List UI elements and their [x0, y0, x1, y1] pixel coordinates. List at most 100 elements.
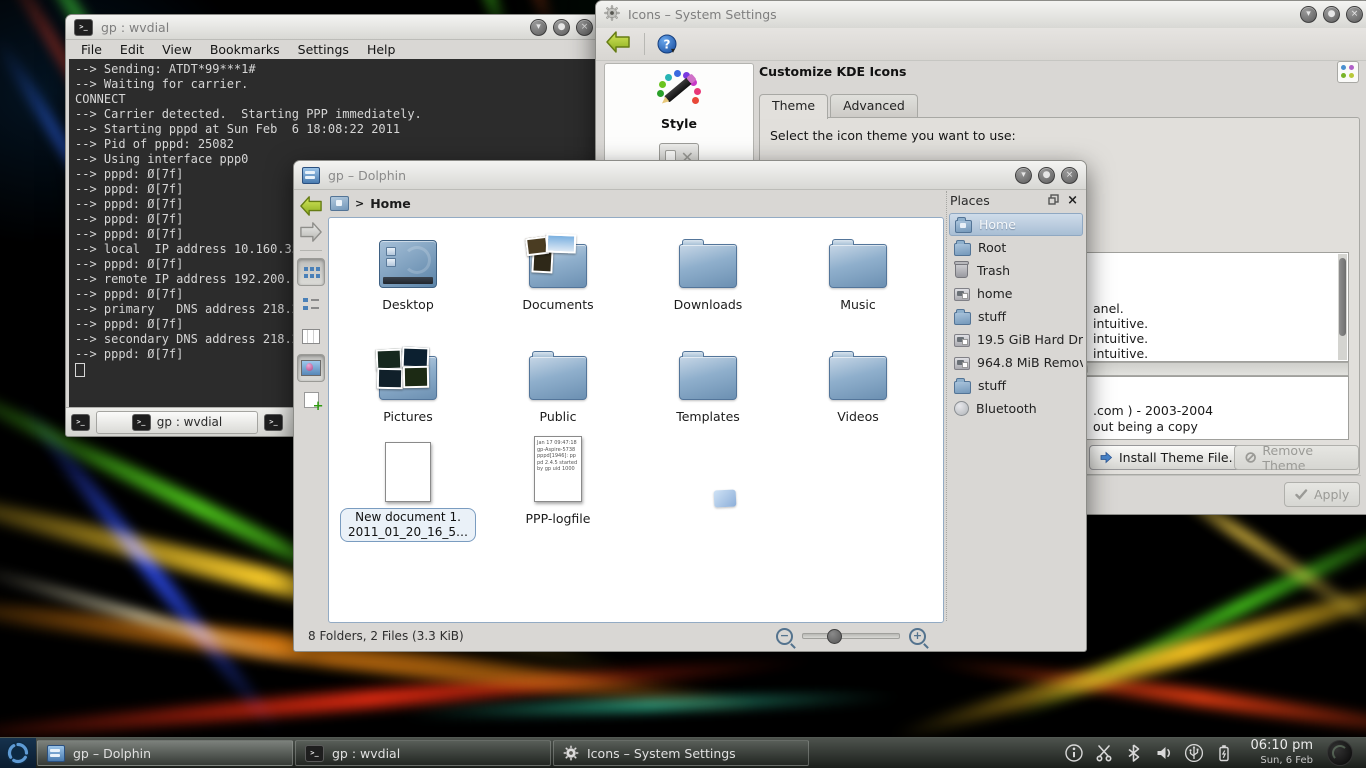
float-panel-icon[interactable]: [1048, 193, 1059, 208]
close-button[interactable]: ×: [1061, 167, 1078, 184]
tab-advanced[interactable]: Advanced: [830, 94, 918, 118]
close-button[interactable]: ×: [576, 19, 593, 36]
place-item-home[interactable]: Home: [949, 213, 1083, 236]
folder-item-music[interactable]: Music: [783, 226, 933, 334]
panel-cashew-icon[interactable]: [1327, 740, 1353, 766]
place-label: Home: [979, 217, 1016, 232]
folder-images-icon: [529, 244, 587, 288]
dolphin-titlebar[interactable]: gp – Dolphin ▾ ● ×: [294, 161, 1086, 190]
place-item-home[interactable]: home: [949, 282, 1083, 305]
icons-view-button[interactable]: [297, 258, 325, 286]
folder-item-videos[interactable]: Videos: [783, 338, 933, 446]
folder-item-documents[interactable]: Documents: [483, 226, 633, 334]
task-gp-wvdial[interactable]: >_gp : wvdial: [295, 740, 551, 766]
task-gp-dolphin[interactable]: gp – Dolphin: [37, 740, 293, 766]
preview-toggle-button[interactable]: [297, 354, 325, 382]
folder-item-desktop[interactable]: Desktop: [333, 226, 483, 334]
place-item-964-8-mib-remov[interactable]: 964.8 MiB Remov…: [949, 351, 1083, 374]
konsole-menubar: FileEditViewBookmarksSettingsHelp: [66, 39, 601, 59]
terminal-menu-settings[interactable]: Settings: [289, 42, 358, 57]
folder-item-templates[interactable]: Templates: [633, 338, 783, 446]
sidebar-item-style[interactable]: Style: [605, 116, 753, 131]
kde-launcher-button[interactable]: [0, 738, 36, 768]
place-item-19-5-gib-hard-drive[interactable]: 19.5 GiB Hard Drive: [949, 328, 1083, 351]
place-label: 964.8 MiB Remov…: [977, 355, 1083, 370]
file-label: Pictures: [333, 409, 483, 424]
minimize-button[interactable]: ▾: [1015, 167, 1032, 184]
maximize-button[interactable]: ●: [1323, 6, 1340, 23]
system-tray: 06:10 pm Sun, 6 Feb: [1055, 738, 1366, 768]
file-label: PPP-logfile: [483, 511, 633, 526]
window-controls: ▾ ● ×: [530, 19, 593, 36]
zoom-in-icon[interactable]: +: [909, 628, 926, 645]
terminal-menu-bookmarks[interactable]: Bookmarks: [201, 42, 289, 57]
icons-view-icon: [304, 267, 319, 278]
zoom-out-icon[interactable]: −: [776, 628, 793, 645]
tab-label: gp : wvdial: [157, 415, 222, 429]
folder-item-pictures[interactable]: Pictures: [333, 338, 483, 446]
tab-theme[interactable]: Theme: [759, 94, 828, 119]
usb-icon[interactable]: [1184, 743, 1204, 763]
apply-button[interactable]: Apply: [1284, 482, 1360, 507]
terminal-menu-edit[interactable]: Edit: [111, 42, 153, 57]
task-icons-system-settings[interactable]: Icons – System Settings: [553, 740, 809, 766]
window-title: gp – Dolphin: [328, 168, 406, 183]
install-theme-button[interactable]: Install Theme File...: [1089, 445, 1252, 470]
home-folder-icon[interactable]: [330, 196, 349, 211]
places-panel: Home RootTrashhome stuff 19.5 GiB Hard Driv…: [946, 191, 1083, 621]
checkmark-icon: [1295, 489, 1308, 500]
tray-icons: [1064, 743, 1234, 763]
back-button[interactable]: [297, 193, 325, 219]
place-item-stuff[interactable]: stuff: [949, 305, 1083, 328]
place-label: 19.5 GiB Hard Drive: [977, 332, 1083, 347]
file-label: Videos: [783, 409, 933, 424]
clipboard-scissors-icon[interactable]: [1094, 743, 1114, 763]
battery-icon[interactable]: [1214, 743, 1234, 763]
back-button[interactable]: [604, 30, 632, 58]
help-button[interactable]: ? ▾: [657, 34, 675, 55]
breadcrumb-home[interactable]: Home: [370, 196, 411, 211]
terminal-menu-file[interactable]: File: [72, 42, 111, 57]
remove-theme-button[interactable]: Remove Theme: [1234, 445, 1359, 470]
overview-icon[interactable]: [1337, 61, 1359, 83]
terminal-output-line: CONNECT: [75, 92, 592, 107]
details-view-button[interactable]: [297, 290, 325, 318]
forward-button[interactable]: [297, 219, 325, 245]
columns-view-button[interactable]: [297, 322, 325, 350]
folder-view[interactable]: DesktopDocumentsDownloadsMusic PicturesPu…: [328, 217, 944, 623]
system-settings-titlebar[interactable]: Icons – System Settings ▾ ● ×: [596, 1, 1366, 29]
file-item-ppp-logfile[interactable]: Jan 17 09:47:18 gp-Aspire-5738 pppd[1946…: [483, 440, 633, 548]
place-item-trash[interactable]: Trash: [949, 259, 1083, 282]
close-panel-icon[interactable]: ×: [1067, 193, 1078, 208]
folder-item-downloads[interactable]: Downloads: [633, 226, 783, 334]
file-item-new-document[interactable]: New document 1.2011_01_20_16_5…: [333, 440, 483, 548]
columns-view-icon: [302, 329, 320, 344]
minimize-button[interactable]: ▾: [530, 19, 547, 36]
maximize-button[interactable]: ●: [1038, 167, 1055, 184]
info-icon[interactable]: [1064, 743, 1084, 763]
place-item-bluetooth[interactable]: Bluetooth: [949, 397, 1083, 420]
system-settings-toolbar: ? ▾: [596, 28, 1366, 61]
volume-icon[interactable]: [1154, 743, 1174, 763]
maximize-button[interactable]: ●: [553, 19, 570, 36]
new-tab-button[interactable]: >_: [71, 414, 90, 431]
konsole-tab[interactable]: >_ gp : wvdial: [96, 411, 258, 434]
folder-item-public[interactable]: Public: [483, 338, 633, 446]
close-button[interactable]: ×: [1346, 6, 1363, 23]
bluetooth-icon[interactable]: [1124, 743, 1144, 763]
place-label: stuff: [978, 309, 1006, 324]
zoom-slider[interactable]: [802, 633, 900, 639]
split-view-icon: [304, 392, 319, 408]
konsole-titlebar[interactable]: >_ gp : wvdial ▾ ● ×: [66, 15, 601, 40]
tab-list-button[interactable]: >_: [264, 414, 283, 431]
file-label: Public: [483, 409, 633, 424]
terminal-menu-help[interactable]: Help: [358, 42, 405, 57]
vertical-scrollbar[interactable]: [1338, 254, 1347, 360]
minimize-button[interactable]: ▾: [1300, 6, 1317, 23]
place-item-root[interactable]: Root: [949, 236, 1083, 259]
place-item-stuff[interactable]: stuff: [949, 374, 1083, 397]
clock[interactable]: 06:10 pm Sun, 6 Feb: [1250, 739, 1313, 768]
split-view-button[interactable]: [297, 386, 325, 414]
terminal-menu-view[interactable]: View: [153, 42, 201, 57]
file-label: Downloads: [633, 297, 783, 312]
